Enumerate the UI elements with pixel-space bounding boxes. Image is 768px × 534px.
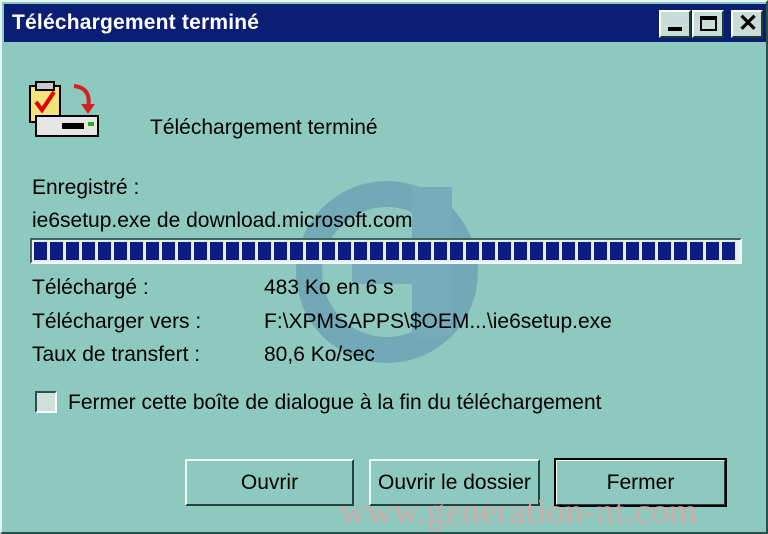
header-title: Téléchargement terminé (150, 116, 378, 139)
minimize-icon (668, 27, 682, 31)
title-bar[interactable]: Téléchargement terminé ✕ (4, 4, 766, 42)
downloaded-value: 483 Ko en 6 s (264, 276, 394, 299)
close-on-complete-label[interactable]: Fermer cette boîte de dialogue à la fin … (68, 391, 602, 415)
downloaded-label: Téléchargé : (32, 276, 149, 299)
progress-fill (34, 242, 738, 260)
window-title: Téléchargement terminé (12, 11, 260, 34)
close-icon: ✕ (737, 10, 759, 37)
download-progress-bar (30, 238, 742, 264)
saved-value: ie6setup.exe de download.microsoft.com (32, 209, 413, 232)
destination-label: Télécharger vers : (32, 310, 202, 333)
transfer-rate-value: 80,6 Ko/sec (264, 343, 375, 366)
download-complete-dialog: Téléchargement terminé ✕ Téléchargement … (0, 0, 768, 534)
destination-value: F:\XPMSAPPS\$OEM...\ie6setup.exe (264, 310, 612, 333)
open-button[interactable]: Ouvrir (185, 459, 354, 506)
saved-label: Enregistré : (32, 176, 140, 199)
close-on-complete-checkbox[interactable] (35, 391, 57, 413)
transfer-rate-label: Taux de transfert : (32, 343, 201, 366)
minimize-button[interactable] (659, 10, 691, 38)
maximize-button[interactable] (692, 10, 724, 38)
watermark-text: www.generation-nt.com (340, 491, 699, 531)
download-complete-icon (29, 81, 99, 137)
maximize-icon (700, 16, 717, 31)
close-window-button[interactable]: ✕ (731, 10, 763, 38)
